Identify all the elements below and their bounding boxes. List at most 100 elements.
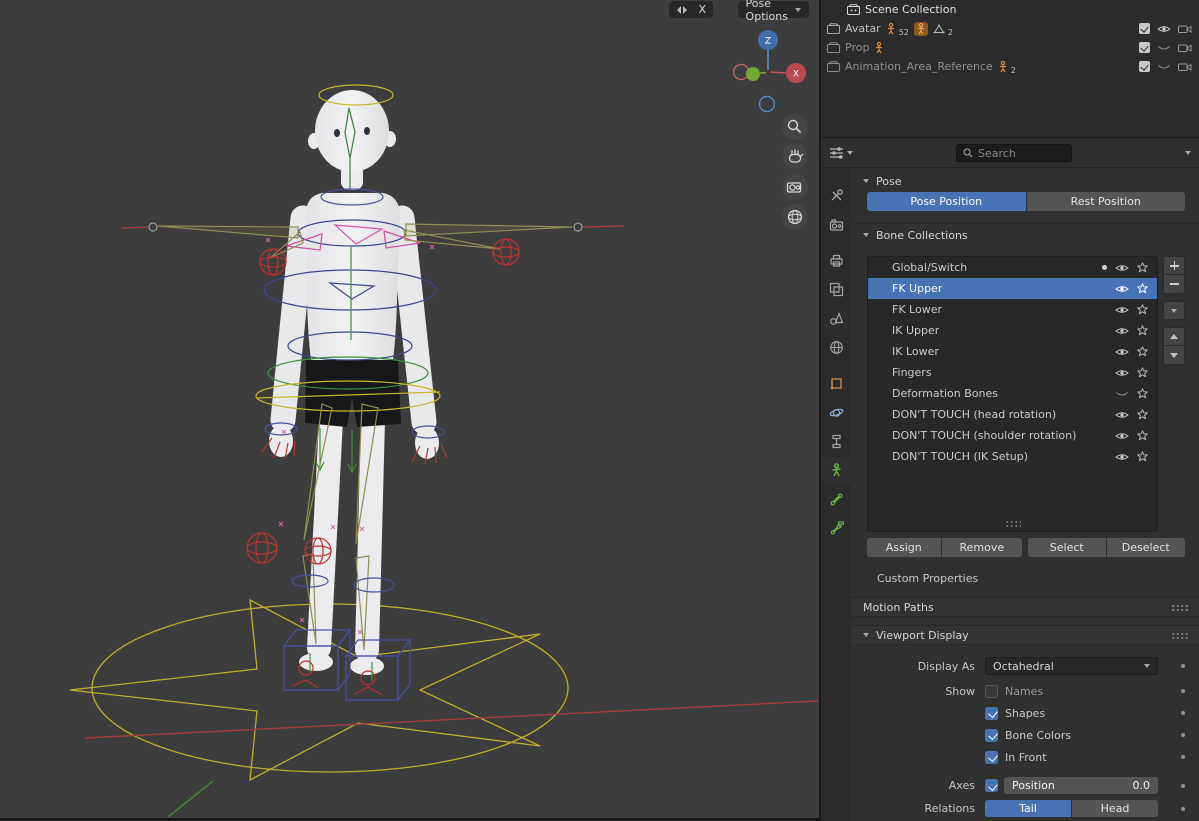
header-chevron-icon[interactable] (1185, 151, 1191, 155)
pose-options-dropdown[interactable]: Pose Options (738, 1, 809, 18)
tab-object[interactable] (821, 370, 851, 396)
star-icon[interactable] (1137, 304, 1148, 315)
x-mirror-toggle[interactable]: X (669, 1, 713, 18)
bone-collection-row[interactable]: DON'T TOUCH (head rotation) (868, 404, 1157, 425)
camera-view-button[interactable] (782, 174, 808, 200)
eye-open-icon[interactable] (1115, 410, 1129, 420)
eye-open-icon[interactable] (1115, 452, 1129, 462)
bone-collection-row-selected[interactable]: FK Upper (868, 278, 1157, 299)
camera-visibility-icon[interactable] (1178, 24, 1192, 34)
animate-dot[interactable] (1181, 733, 1185, 737)
animate-dot[interactable] (1181, 807, 1185, 811)
camera-visibility-icon[interactable] (1178, 43, 1192, 53)
camera-visibility-icon[interactable] (1178, 62, 1192, 72)
tab-physics[interactable] (821, 399, 851, 425)
star-icon[interactable] (1137, 346, 1148, 357)
zoom-button[interactable] (782, 114, 808, 140)
collection-specials-menu-button[interactable] (1163, 301, 1185, 320)
eye-open-icon[interactable] (1115, 431, 1129, 441)
star-icon[interactable] (1137, 325, 1148, 336)
axes-position-slider[interactable]: Position 0.0 (1004, 777, 1158, 794)
outliner-row-avatar[interactable]: Avatar 52 2 (821, 19, 1199, 38)
tab-output[interactable] (821, 247, 851, 273)
deselect-button[interactable]: Deselect (1107, 538, 1186, 557)
star-icon[interactable] (1137, 367, 1148, 378)
star-icon[interactable] (1137, 451, 1148, 462)
tab-view-layer[interactable] (821, 276, 851, 302)
eye-closed-icon[interactable] (1157, 43, 1171, 53)
tab-object-data[interactable] (821, 457, 851, 483)
eye-open-icon[interactable] (1115, 347, 1129, 357)
custom-properties-panel-header[interactable]: Custom Properties (851, 569, 1199, 587)
bone-collection-row[interactable]: Deformation Bones (868, 383, 1157, 404)
animate-dot[interactable] (1181, 711, 1185, 715)
viewport-display-panel-header[interactable]: Viewport Display (851, 625, 1199, 645)
tab-bone[interactable] (821, 486, 851, 512)
animate-dot[interactable] (1181, 689, 1185, 693)
panel-expand-icon[interactable] (863, 233, 869, 237)
active-object-highlight[interactable] (914, 22, 928, 36)
bone-collection-row[interactable]: DON'T TOUCH (IK Setup) (868, 446, 1157, 467)
remove-button[interactable]: Remove (942, 538, 1022, 557)
shapes-checkbox[interactable] (985, 707, 998, 720)
list-resize-grip[interactable] (1005, 520, 1021, 527)
tab-tool[interactable] (821, 182, 851, 208)
remove-collection-button[interactable] (1163, 275, 1185, 294)
tab-scene[interactable] (821, 305, 851, 331)
pan-hand-button[interactable] (782, 143, 808, 169)
outliner-row-prop[interactable]: Prop (821, 38, 1199, 57)
panel-drag-grip[interactable] (1171, 632, 1189, 639)
search-input[interactable] (978, 147, 1062, 160)
panel-expand-icon[interactable] (863, 633, 869, 637)
rest-position-button[interactable]: Rest Position (1027, 192, 1186, 211)
add-collection-button[interactable] (1163, 256, 1185, 275)
search-box[interactable] (956, 144, 1072, 162)
tab-constraints[interactable] (821, 428, 851, 454)
bone-collection-row[interactable]: Global/Switch (868, 257, 1157, 278)
outliner-row-animation-area[interactable]: Animation_Area_Reference 2 (821, 57, 1199, 76)
eye-open-icon[interactable] (1115, 284, 1129, 294)
perspective-toggle-button[interactable] (782, 204, 808, 230)
eye-open-icon[interactable] (1115, 326, 1129, 336)
names-checkbox[interactable] (985, 685, 998, 698)
bone-colors-checkbox[interactable] (985, 729, 998, 742)
assign-button[interactable]: Assign (867, 538, 941, 557)
bone-collections-panel-header[interactable]: Bone Collections (851, 226, 1199, 244)
star-icon[interactable] (1137, 409, 1148, 420)
tail-button[interactable]: Tail (985, 800, 1071, 817)
3d-viewport[interactable]: Z X (0, 0, 819, 818)
display-as-dropdown[interactable]: Octahedral (985, 657, 1158, 675)
collection-name[interactable]: Animation_Area_Reference (845, 60, 993, 73)
selectability-checkbox[interactable] (1139, 23, 1150, 34)
scene-collection-row[interactable]: Scene Collection (821, 0, 1199, 19)
pose-panel-header[interactable]: Pose (851, 172, 1199, 190)
select-button[interactable]: Select (1028, 538, 1106, 557)
animate-dot[interactable] (1181, 755, 1185, 759)
tab-render[interactable] (821, 212, 851, 238)
axes-checkbox[interactable] (985, 779, 998, 792)
eye-open-icon[interactable] (1115, 263, 1129, 273)
panel-expand-icon[interactable] (863, 179, 869, 183)
animate-dot[interactable] (1181, 784, 1185, 788)
eye-open-icon[interactable] (1115, 305, 1129, 315)
tab-bone-constraint[interactable] (821, 515, 851, 541)
viewport-canvas[interactable]: Z X (0, 0, 819, 818)
selectability-checkbox[interactable] (1139, 42, 1150, 53)
collection-name[interactable]: Avatar (845, 22, 881, 35)
collection-name[interactable]: Prop (845, 41, 869, 54)
tab-world[interactable] (821, 334, 851, 360)
editor-type-button[interactable] (829, 146, 853, 160)
eye-closed-icon[interactable] (1115, 389, 1129, 399)
head-button[interactable]: Head (1072, 800, 1158, 817)
star-icon[interactable] (1137, 283, 1148, 294)
bone-collection-row[interactable]: IK Lower (868, 341, 1157, 362)
move-collection-up-button[interactable] (1163, 327, 1185, 346)
mirror-x-label[interactable]: X (693, 2, 711, 17)
animate-dot[interactable] (1181, 664, 1185, 668)
bone-collection-row[interactable]: Fingers (868, 362, 1157, 383)
motion-paths-panel-header[interactable]: Motion Paths (851, 597, 1199, 617)
eye-open-icon[interactable] (1115, 368, 1129, 378)
pose-position-button[interactable]: Pose Position (867, 192, 1026, 211)
selectability-checkbox[interactable] (1139, 61, 1150, 72)
star-icon[interactable] (1137, 430, 1148, 441)
